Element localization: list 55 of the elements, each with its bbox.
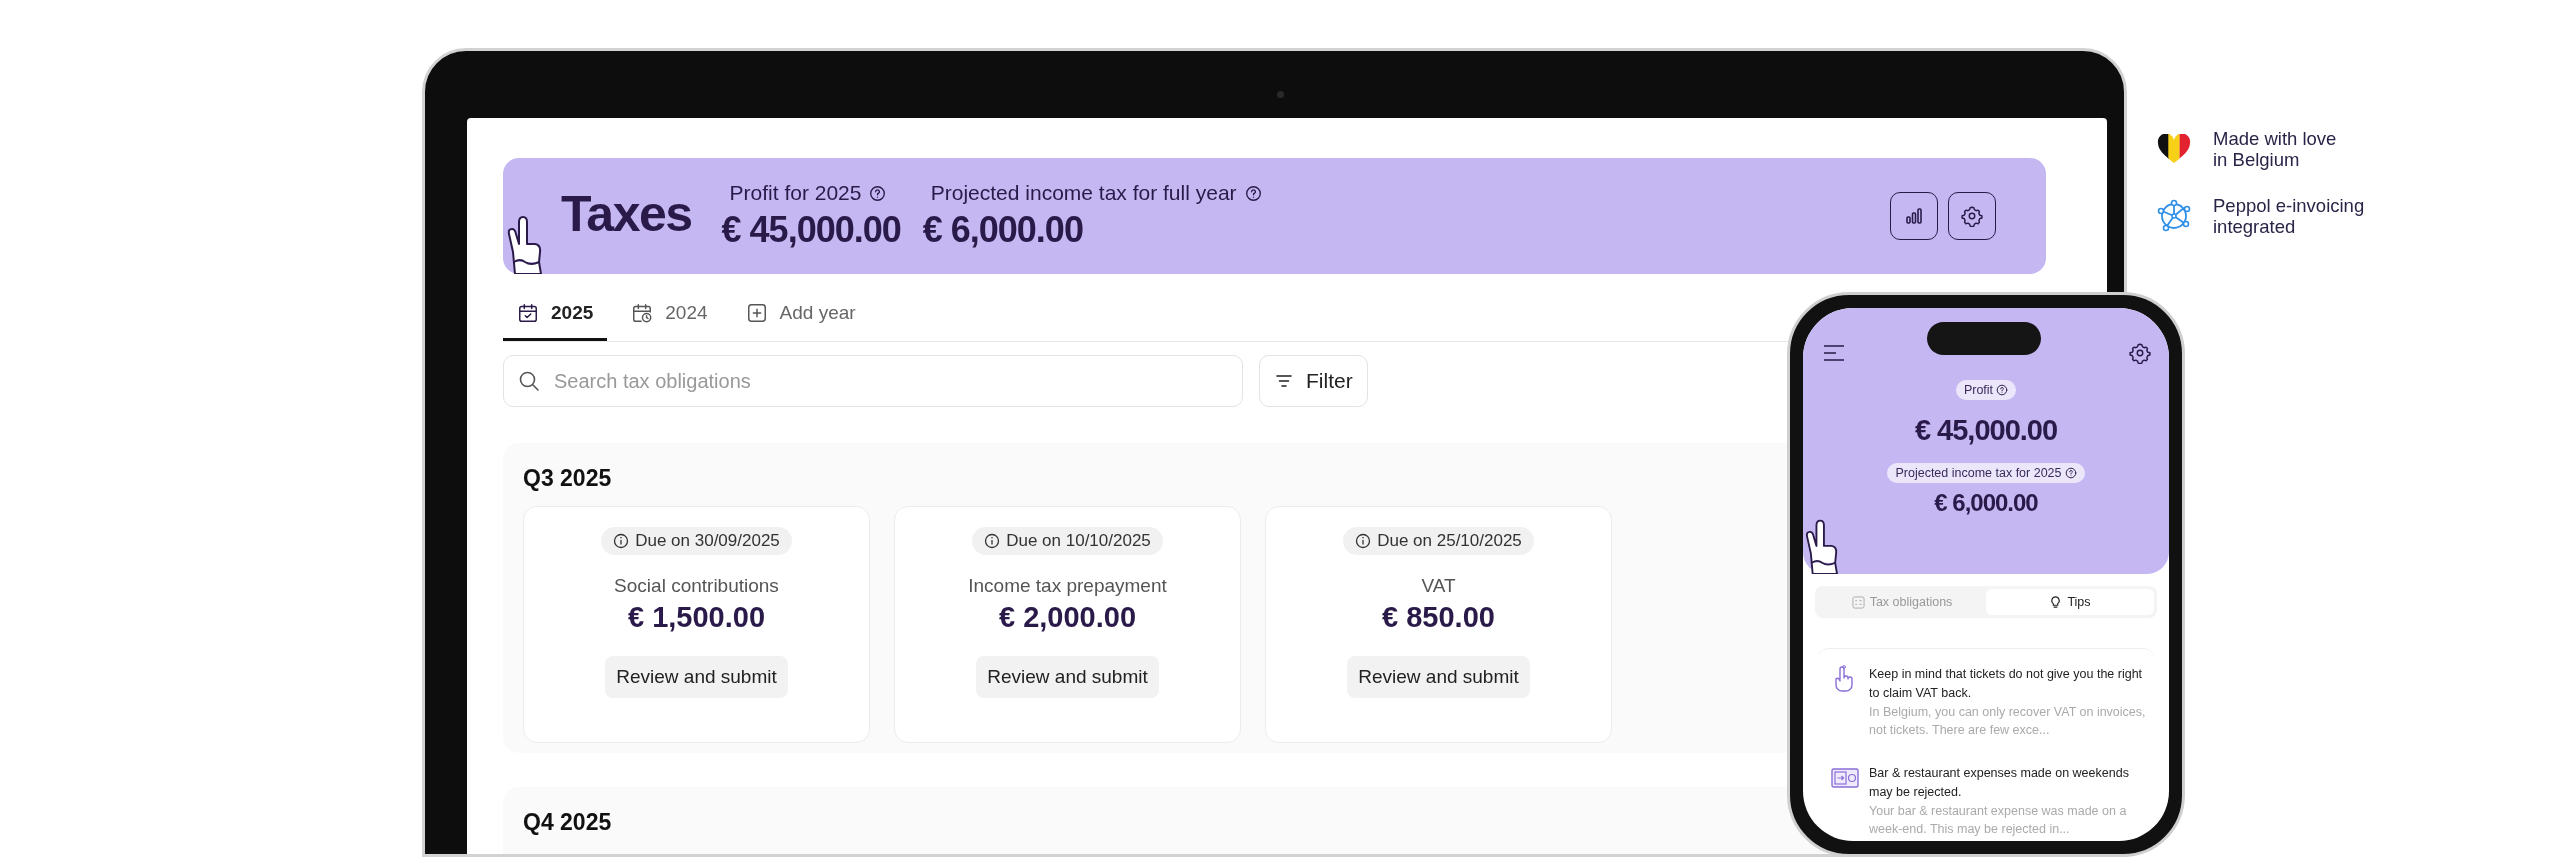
review-button[interactable]: Review and submit [605,656,788,698]
tip-title: Keep in mind that tickets do not give you the right to claim VAT back. [1869,666,2144,702]
info-icon [613,533,630,549]
help-icon [1244,184,1262,202]
obligation-name: Income tax prepayment [968,575,1167,597]
year-tab[interactable]: 2025 [503,288,608,341]
calendar-clock-icon [631,302,654,324]
info-icon [984,533,1001,549]
phone-tab[interactable]: Tips [1986,589,2154,615]
obligation-amount: € 1,500.00 [627,601,766,634]
year-tab[interactable]: 2024 [617,288,722,341]
calendar-icon [517,302,539,324]
due-date-tag: Due on 30/09/2025 [601,527,792,555]
help-icon [1996,384,2009,396]
menu-icon [1823,344,1845,362]
tip-text: In Belgium, you can only recover VAT on invoices, not tickets. There are few exce... [1869,703,2147,740]
stat-value: € 6,000.00 [922,209,1084,251]
stat-value: € 45,000.00 [721,209,901,251]
review-button[interactable]: Review and submit [1347,656,1530,698]
add-icon [745,302,768,324]
help-icon [869,184,887,202]
obligation-amount: € 2,000.00 [998,601,1137,634]
lightbulb-icon [2049,595,2063,609]
tip-title: Bar & restaurant expenses made on weekends may be rejected. [1869,765,2130,801]
settings-icon [1961,205,1983,227]
settings-icon [2129,342,2151,364]
tax-label: Projected income tax for 2025 [1887,463,2085,483]
stat-label: Profit for 2025 [729,181,862,205]
search-icon [517,369,541,393]
page-title: Taxes [561,185,692,243]
obligation-name: Social contributions [614,575,779,597]
obligation-name: VAT [1421,575,1456,597]
badge-text: Peppol e-invoicing integrated [2213,194,2365,238]
year-tab[interactable]: Add year [731,288,870,341]
help-icon [2064,467,2077,479]
info-icon [1355,533,1372,549]
tip-text: Your bar & restaurant expense was made on a week-end. This may be rejected in... [1869,802,2128,839]
due-date-tag: Due on 25/10/2025 [1343,527,1534,555]
badge-text: Made with love in Belgium [2213,128,2337,171]
review-button[interactable]: Review and submit [976,656,1159,698]
profit-label: Profit [1955,380,2017,400]
chart-button[interactable] [1890,192,1938,240]
tax-value: € 6,000.00 [1934,489,2038,517]
checklist-icon [1851,595,1865,609]
globe-network-icon [2157,198,2191,233]
due-date-tag: Due on 10/10/2025 [972,527,1163,555]
search-field[interactable]: Search tax obligations [503,355,1243,407]
filter-button[interactable]: Filter [1259,355,1368,407]
stat-label: Projected income tax for full year [930,181,1237,205]
camera-dot [1277,91,1284,98]
profit-value: € 45,000.00 [1914,414,2058,447]
obligation-amount: € 850.00 [1382,601,1495,634]
settings-button[interactable] [1948,192,1996,240]
quarter-title: Q3 2025 [523,465,612,492]
quarter-title: Q4 2025 [523,809,612,836]
